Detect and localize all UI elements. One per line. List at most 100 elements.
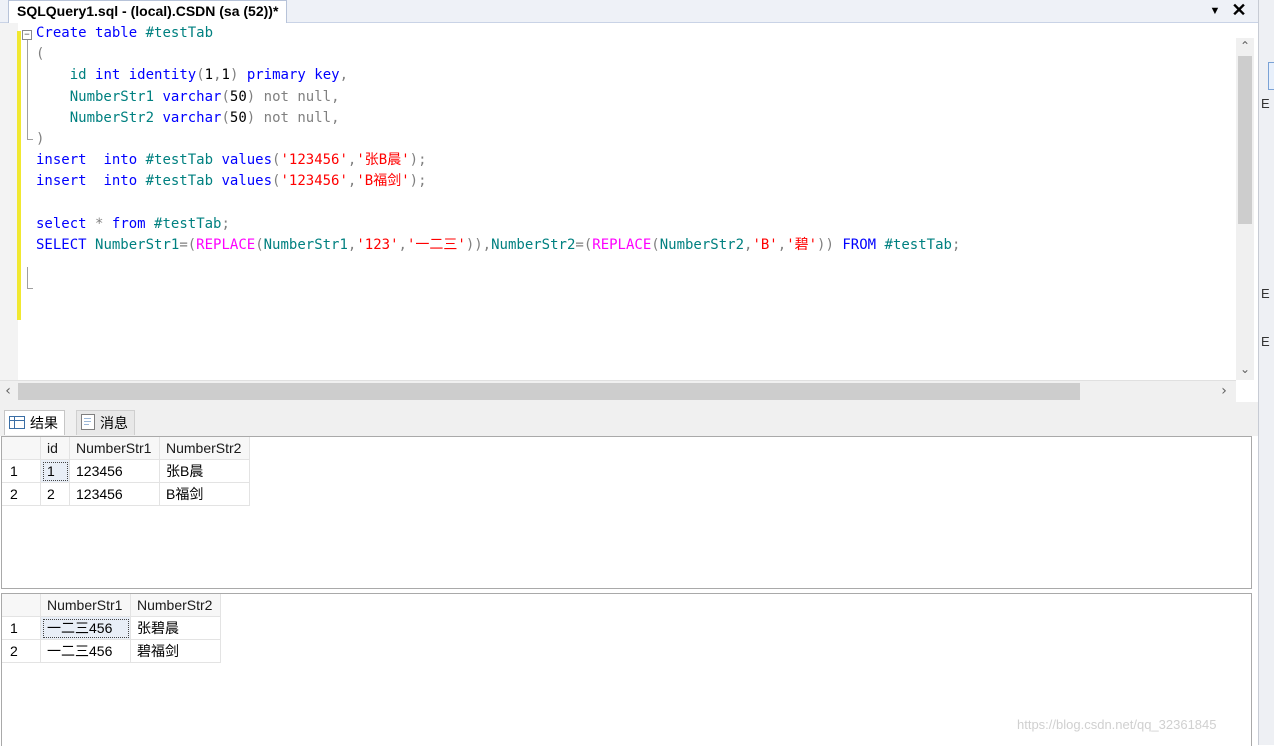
code-token: varchar xyxy=(162,88,222,105)
column-header[interactable]: NumberStr1 xyxy=(40,594,131,617)
code-token: Create xyxy=(36,25,87,41)
result-grid-1[interactable]: id NumberStr1 NumberStr2 1 1 123456 张B晨 … xyxy=(1,436,1252,589)
code-line[interactable]: insert into #testTab values('123456','张B… xyxy=(36,150,427,171)
code-token: , xyxy=(777,237,787,253)
code-token: )) xyxy=(817,237,834,253)
code-token: values xyxy=(221,173,273,190)
tab-messages[interactable]: 消息 xyxy=(76,410,135,435)
column-header[interactable] xyxy=(2,437,41,460)
code-token: insert xyxy=(36,173,87,190)
row-number[interactable]: 1 xyxy=(2,616,41,640)
code-token: '一二三' xyxy=(406,237,466,253)
scroll-left-icon[interactable]: ‹ xyxy=(0,381,16,402)
column-header[interactable]: id xyxy=(40,437,70,460)
chevron-down-icon[interactable]: ▼ xyxy=(1208,0,1222,22)
code-token: 'B' xyxy=(752,237,778,253)
vertical-scroll-thumb[interactable] xyxy=(1238,56,1252,224)
grid-icon xyxy=(9,416,25,429)
code-token: 1 xyxy=(204,67,214,84)
code-line[interactable]: NumberStr2 varchar(50) not null, xyxy=(36,108,340,129)
side-panel-mark: E xyxy=(1261,286,1270,301)
table-cell[interactable]: 123456 xyxy=(69,482,160,506)
scroll-right-icon[interactable]: › xyxy=(1216,381,1232,402)
table-row: 2 2 123456 B福剑 xyxy=(2,482,250,506)
code-line[interactable]: ( xyxy=(36,44,44,65)
code-line[interactable]: id int identity(1,1) primary key, xyxy=(36,65,348,86)
close-icon[interactable]: ✕ xyxy=(1230,0,1248,21)
code-token: NumberStr2 xyxy=(69,109,155,126)
tab-label: 结果 xyxy=(30,415,58,431)
code-token: REPLACE xyxy=(592,237,652,253)
editor-gutter xyxy=(0,23,18,380)
code-token: null xyxy=(297,109,332,126)
row-number[interactable]: 1 xyxy=(2,459,41,483)
column-header[interactable] xyxy=(2,594,41,617)
editor-horizontal-scrollbar[interactable]: ‹ › xyxy=(0,380,1236,402)
message-icon xyxy=(81,414,95,430)
scroll-down-icon[interactable]: ⌄ xyxy=(1236,361,1254,378)
code-token: 50 xyxy=(229,109,247,126)
code-token: NumberStr2 xyxy=(491,237,576,253)
editor-vertical-scrollbar[interactable]: ⌃ ⌄ xyxy=(1236,38,1254,380)
table-cell[interactable]: 张碧晨 xyxy=(130,616,221,640)
code-token: REPLACE xyxy=(196,237,256,253)
sql-editor[interactable]: − Create table #testTab ( id int identity… xyxy=(0,23,1258,380)
code-token: values xyxy=(221,152,273,169)
code-token: into xyxy=(103,173,138,190)
table-row: 1 一二三456 张碧晨 xyxy=(2,616,221,640)
table-row: 2 一二三456 碧福剑 xyxy=(2,639,221,663)
code-token: '123456' xyxy=(280,173,348,190)
code-line[interactable]: insert into #testTab values('123456','B福… xyxy=(36,171,427,192)
column-header[interactable]: NumberStr1 xyxy=(69,437,160,460)
code-line[interactable]: Create table #testTab xyxy=(36,23,213,44)
code-token: '123' xyxy=(356,237,399,253)
table-cell[interactable]: 1 xyxy=(40,459,70,483)
code-token: ) xyxy=(246,88,256,105)
query-document-tab[interactable]: SQLQuery1.sql - (local).CSDN (sa (52))* xyxy=(8,0,288,23)
horizontal-scroll-thumb[interactable] xyxy=(18,383,1080,400)
code-line[interactable]: NumberStr1 varchar(50) not null, xyxy=(36,87,340,108)
code-token: #testTab xyxy=(884,237,952,253)
table-cell[interactable]: B福剑 xyxy=(159,482,250,506)
code-line[interactable]: SELECT NumberStr1=(REPLACE(NumberStr1,'1… xyxy=(36,235,960,256)
scroll-up-icon[interactable]: ⌃ xyxy=(1236,38,1254,55)
row-number[interactable]: 2 xyxy=(2,482,41,506)
table-cell[interactable]: 一二三456 xyxy=(40,639,131,663)
code-line[interactable]: ) xyxy=(36,129,44,150)
code-token: key xyxy=(314,67,340,84)
outline-line xyxy=(27,267,28,289)
side-panel-tab[interactable] xyxy=(1268,62,1274,90)
code-token: , xyxy=(331,109,340,126)
code-token: =( xyxy=(179,237,197,253)
row-number[interactable]: 2 xyxy=(2,639,41,663)
collapse-icon[interactable]: − xyxy=(22,30,32,40)
table-cell[interactable]: 碧福剑 xyxy=(130,639,221,663)
column-header[interactable]: NumberStr2 xyxy=(130,594,221,617)
code-token: 50 xyxy=(229,88,247,105)
code-token: '碧' xyxy=(786,237,818,253)
code-token: NumberStr1 xyxy=(95,237,180,253)
table-cell[interactable]: 123456 xyxy=(69,459,160,483)
table-cell[interactable]: 张B晨 xyxy=(159,459,250,483)
code-token: 1 xyxy=(221,67,230,84)
column-header[interactable]: NumberStr2 xyxy=(159,437,250,460)
result-table-1: id NumberStr1 NumberStr2 1 1 123456 张B晨 … xyxy=(2,437,250,506)
change-indicator-bar xyxy=(17,31,21,320)
tab-results[interactable]: 结果 xyxy=(4,410,65,435)
code-token: ( xyxy=(221,109,230,126)
code-token: , xyxy=(213,67,222,84)
table-cell[interactable]: 一二三456 xyxy=(40,616,131,640)
code-token: , xyxy=(398,237,407,253)
code-token: #testTab xyxy=(154,215,222,232)
code-line[interactable]: select * from #testTab; xyxy=(36,214,230,235)
document-tab-strip: SQLQuery1.sql - (local).CSDN (sa (52))* … xyxy=(0,0,1258,23)
code-token: SELECT xyxy=(36,237,87,253)
table-cell[interactable]: 2 xyxy=(40,482,70,506)
